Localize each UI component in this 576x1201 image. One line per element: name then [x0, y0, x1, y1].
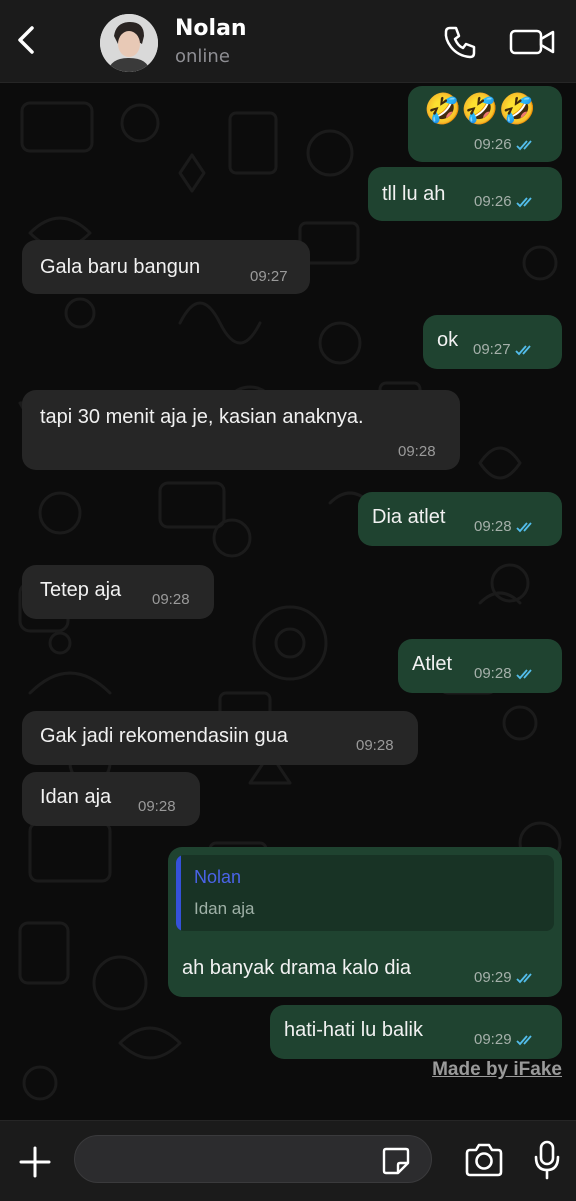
message-time: 09:29: [474, 969, 512, 986]
message-meta: 09:28: [474, 665, 538, 682]
back-chevron-icon: [18, 26, 34, 54]
message-time: 09:26: [474, 136, 512, 153]
message-bubble-incoming[interactable]: Gak jadi rekomendasiin gua 09:28: [22, 711, 418, 765]
chat-area[interactable]: 🤣🤣🤣 09:26 tll lu ah 09:26 Gala baru bang…: [0, 83, 576, 1120]
video-camera-icon: [509, 29, 555, 55]
message-meta: 09:26: [474, 193, 538, 210]
message-text: tll lu ah: [382, 183, 446, 205]
read-receipt-icon: [515, 1035, 532, 1046]
message-bubble-outgoing[interactable]: 🤣🤣🤣 09:26: [408, 86, 562, 162]
message-bubble-outgoing[interactable]: tll lu ah 09:26: [368, 167, 562, 221]
avatar[interactable]: [100, 14, 158, 72]
voice-call-button[interactable]: [440, 22, 480, 62]
message-bubble-incoming[interactable]: Gala baru bangun 09:27: [22, 240, 310, 294]
message-text: Dia atlet: [372, 506, 446, 528]
message-bubble-outgoing[interactable]: Atlet 09:28: [398, 639, 562, 693]
watermark: Made by iFake: [432, 1059, 562, 1080]
message-bubble-incoming[interactable]: tapi 30 menit aja je, kasian anaknya. 09…: [22, 390, 460, 470]
plus-icon: [19, 1146, 51, 1178]
message-text: Tetep aja: [40, 579, 122, 601]
back-button[interactable]: [8, 18, 48, 62]
message-text: 🤣🤣🤣: [424, 93, 537, 126]
message-meta: 09:29: [474, 969, 538, 986]
message-text: Gak jadi rekomendasiin gua: [40, 725, 288, 747]
attach-button[interactable]: [16, 1143, 54, 1181]
message-time: 09:28: [138, 798, 176, 815]
message-time: 09:28: [152, 591, 190, 608]
chat-header: Nolan online: [0, 0, 576, 83]
message-time: 09:29: [474, 1031, 512, 1048]
message-time: 09:28: [398, 443, 436, 460]
sticker-button[interactable]: [380, 1145, 412, 1177]
read-receipt-icon: [515, 197, 532, 208]
microphone-button[interactable]: [532, 1139, 562, 1181]
microphone-icon: [534, 1140, 560, 1180]
read-receipt-icon: [514, 345, 531, 356]
message-bubble-incoming[interactable]: Idan aja 09:28: [22, 772, 200, 826]
message-input[interactable]: [74, 1135, 432, 1183]
message-text: Idan aja: [40, 786, 112, 808]
quote-accent-bar: [176, 855, 181, 931]
message-text: ok: [437, 329, 459, 351]
read-receipt-icon: [515, 140, 532, 151]
message-time: 09:27: [473, 341, 511, 358]
message-input-bar: [0, 1120, 576, 1201]
message-meta: 09:26: [474, 136, 538, 153]
message-time: 09:28: [474, 665, 512, 682]
message-time: 09:28: [474, 518, 512, 535]
message-time: 09:26: [474, 193, 512, 210]
message-time: 09:27: [250, 268, 288, 285]
quoted-author: Nolan: [194, 867, 242, 887]
phone-icon: [444, 26, 476, 59]
message-meta: 09:27: [473, 341, 537, 358]
message-bubble-outgoing[interactable]: ok 09:27: [423, 315, 562, 369]
message-time: 09:28: [356, 737, 394, 754]
message-meta: 09:29: [474, 1031, 538, 1048]
sticker-icon: [382, 1147, 410, 1175]
message-text: hati-hati lu balik: [284, 1019, 423, 1041]
message-text: tapi 30 menit aja je, kasian anaknya.: [40, 406, 364, 428]
quoted-text: Idan aja: [194, 899, 255, 918]
message-text: ah banyak drama kalo dia: [182, 957, 412, 979]
contact-name[interactable]: Nolan: [175, 16, 247, 41]
quoted-message[interactable]: Nolan Idan aja: [176, 855, 554, 931]
contact-status: online: [175, 46, 230, 67]
read-receipt-icon: [515, 522, 532, 533]
message-text: Atlet: [412, 653, 453, 675]
message-text: Gala baru bangun: [40, 256, 201, 278]
camera-button[interactable]: [463, 1141, 505, 1179]
read-receipt-icon: [515, 669, 532, 680]
message-meta: 09:28: [474, 518, 538, 535]
message-bubble-incoming[interactable]: Tetep aja 09:28: [22, 565, 214, 619]
message-bubble-outgoing[interactable]: hati-hati lu balik 09:29: [270, 1005, 562, 1059]
camera-icon: [465, 1143, 503, 1177]
message-bubble-outgoing[interactable]: Dia atlet 09:28: [358, 492, 562, 546]
read-receipt-icon: [515, 973, 532, 984]
message-bubble-outgoing-reply[interactable]: Nolan Idan aja ah banyak drama kalo dia …: [168, 847, 562, 997]
video-call-button[interactable]: [508, 24, 558, 60]
